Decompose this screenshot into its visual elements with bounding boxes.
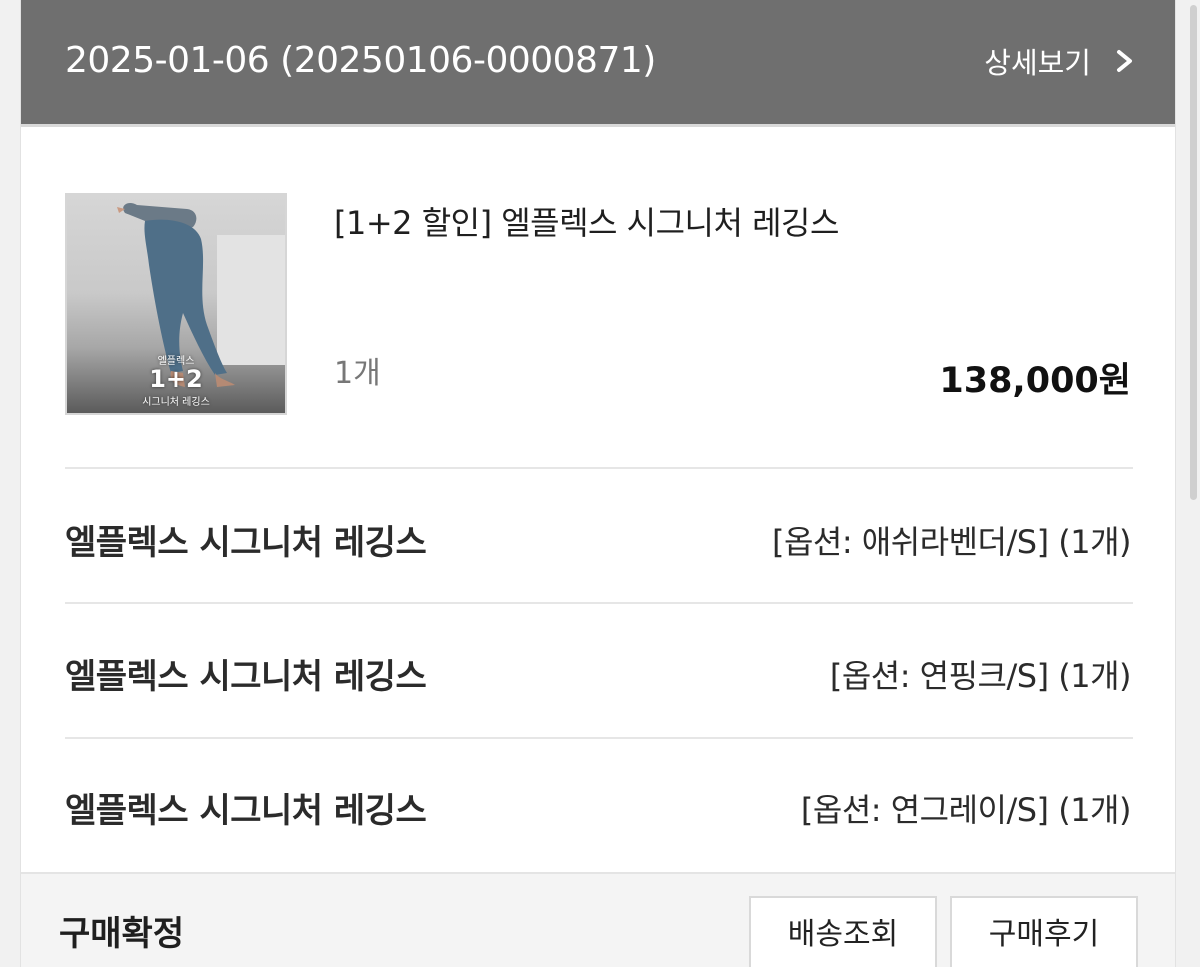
divider	[65, 737, 1133, 739]
order-number: (20250106-0000871)	[280, 40, 656, 81]
write-review-button[interactable]: 구매후기	[950, 896, 1138, 967]
scrollbar-thumb[interactable]	[1190, 5, 1197, 500]
option-product-name: 엘플렉스 시그니처 레깅스	[65, 523, 427, 563]
order-footer: 구매확정 배송조회 구매후기	[21, 872, 1175, 967]
thumbnail-promo-text: 1+2	[149, 365, 203, 393]
view-details-link[interactable]: 상세보기	[984, 40, 1137, 82]
option-detail: [옵션: 애쉬라벤더/S] (1개)	[771, 523, 1132, 561]
option-detail: [옵션: 연그레이/S] (1개)	[800, 791, 1132, 829]
order-date-label: 2025-01-06 (20250106-0000871)	[65, 40, 656, 81]
order-status: 구매확정	[59, 914, 185, 954]
option-product-name: 엘플렉스 시그니처 레깅스	[65, 791, 427, 831]
order-card: 2025-01-06 (20250106-0000871) 상세보기 엘플렉스	[20, 0, 1176, 967]
scrollbar[interactable]	[1186, 0, 1200, 967]
option-detail: [옵션: 연핑크/S] (1개)	[829, 657, 1132, 695]
option-product-name: 엘플렉스 시그니처 레깅스	[65, 657, 427, 697]
track-delivery-button[interactable]: 배송조회	[749, 896, 937, 967]
product-quantity: 1개	[334, 356, 381, 391]
product-price: 138,000원	[939, 361, 1131, 401]
chevron-right-icon	[1117, 50, 1132, 72]
order-history-screen: 2025-01-06 (20250106-0000871) 상세보기 엘플렉스	[0, 0, 1200, 967]
divider	[65, 602, 1133, 604]
divider	[65, 467, 1133, 469]
thumbnail-product-text: 시그니처 레깅스	[142, 397, 210, 408]
product-thumbnail[interactable]: 엘플렉스 1+2 시그니처 레깅스	[65, 193, 287, 415]
order-date: 2025-01-06	[65, 40, 270, 81]
order-header: 2025-01-06 (20250106-0000871) 상세보기	[21, 0, 1175, 127]
product-name-link[interactable]: [1+2 할인] 엘플렉스 시그니처 레깅스	[334, 198, 839, 244]
view-details-label: 상세보기	[984, 46, 1091, 80]
